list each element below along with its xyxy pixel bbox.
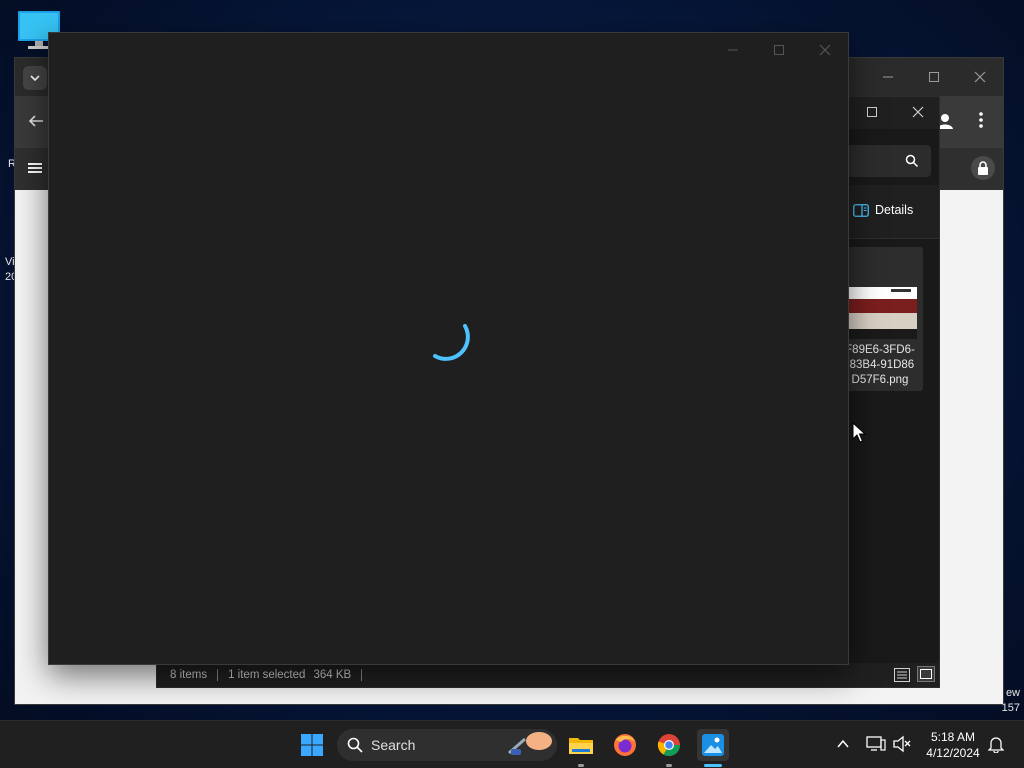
details-view-button[interactable] bbox=[893, 667, 911, 683]
lock-icon bbox=[978, 161, 988, 175]
photos-icon bbox=[702, 734, 724, 756]
clock-date: 4/12/2024 bbox=[926, 746, 980, 760]
running-indicator bbox=[578, 764, 584, 767]
search-highlight-icon bbox=[508, 732, 552, 755]
active-indicator bbox=[704, 764, 722, 767]
arrow-left-icon bbox=[28, 115, 43, 127]
close-icon bbox=[974, 71, 986, 83]
windows-start-icon bbox=[301, 734, 323, 756]
maximize-icon bbox=[929, 72, 939, 82]
notifications-button[interactable] bbox=[988, 735, 1004, 753]
taskbar-file-explorer[interactable] bbox=[565, 729, 597, 761]
chevron-up-icon bbox=[837, 739, 849, 748]
explorer-close-button[interactable] bbox=[898, 97, 938, 127]
clock-time: 5:18 AM bbox=[930, 730, 976, 744]
browser-minimize-button[interactable] bbox=[868, 62, 908, 92]
file-name: F89E6-3FD6- -83B4-91D86 D57F6.png bbox=[845, 344, 915, 386]
file-explorer-icon bbox=[569, 738, 593, 754]
hamburger-icon bbox=[28, 163, 42, 173]
taskbar-firefox[interactable] bbox=[609, 729, 641, 761]
list-view-icon bbox=[894, 668, 910, 682]
file-thumbnail bbox=[843, 287, 917, 339]
volume-button[interactable] bbox=[892, 735, 912, 753]
system-clock[interactable]: 5:18 AM 4/12/2024 bbox=[918, 729, 988, 761]
minimize-icon bbox=[728, 49, 738, 51]
desktop-fragment-num: 157 bbox=[1001, 702, 1020, 714]
start-button[interactable] bbox=[296, 729, 328, 761]
details-pane-button[interactable]: Details bbox=[853, 203, 913, 217]
bell-icon bbox=[988, 737, 1004, 753]
details-pane-icon bbox=[853, 203, 869, 217]
desktop-fragment-ew: ew bbox=[1005, 687, 1020, 699]
loading-spinner-icon bbox=[427, 316, 483, 372]
network-icon bbox=[866, 736, 886, 751]
item-count: 8 items bbox=[170, 669, 208, 681]
status-divider bbox=[361, 669, 363, 681]
selection-status: 1 item selected bbox=[228, 669, 306, 681]
mouse-cursor-icon bbox=[852, 422, 866, 444]
status-divider bbox=[217, 669, 219, 681]
details-label: Details bbox=[875, 203, 914, 217]
firefox-icon bbox=[614, 734, 636, 756]
running-indicator bbox=[666, 764, 672, 767]
search-icon bbox=[905, 154, 919, 168]
close-icon bbox=[912, 106, 924, 118]
large-icons-view-button[interactable] bbox=[917, 666, 935, 682]
more-vertical-icon bbox=[979, 112, 983, 128]
maximize-icon bbox=[867, 107, 877, 117]
tiles-view-icon bbox=[920, 669, 932, 679]
taskbar: Search 5:18 AM 4/12/2024 bbox=[0, 720, 1024, 768]
volume-muted-icon bbox=[893, 735, 911, 753]
show-hidden-icons-button[interactable] bbox=[836, 737, 850, 751]
explorer-search-box[interactable] bbox=[847, 145, 931, 177]
maximize-icon bbox=[774, 45, 784, 55]
photo-viewer-window bbox=[48, 32, 849, 665]
taskbar-photos[interactable] bbox=[697, 729, 729, 761]
network-button[interactable] bbox=[866, 735, 886, 753]
browser-maximize-button[interactable] bbox=[914, 62, 954, 92]
browser-close-button[interactable] bbox=[960, 62, 1000, 92]
taskbar-chrome[interactable] bbox=[653, 729, 685, 761]
tab-list-button[interactable] bbox=[23, 66, 47, 90]
selection-size: 364 KB bbox=[313, 669, 352, 681]
viewer-close-button[interactable] bbox=[805, 35, 845, 65]
chrome-icon bbox=[657, 734, 680, 756]
search-icon bbox=[347, 737, 363, 753]
close-icon bbox=[819, 44, 831, 56]
minimize-icon bbox=[883, 76, 893, 78]
explorer-maximize-button[interactable] bbox=[852, 97, 892, 127]
viewer-minimize-button[interactable] bbox=[713, 35, 753, 65]
hamburger-menu-button[interactable] bbox=[27, 160, 43, 176]
taskbar-search-box[interactable]: Search bbox=[337, 729, 557, 761]
chevron-down-icon bbox=[30, 75, 40, 82]
back-button[interactable] bbox=[27, 112, 45, 130]
browser-menu-button[interactable] bbox=[973, 110, 989, 130]
taskbar-search-label: Search bbox=[371, 737, 416, 753]
lock-button[interactable] bbox=[971, 156, 995, 180]
viewer-maximize-button[interactable] bbox=[759, 35, 799, 65]
explorer-status-bar: 8 items 1 item selected 364 KB bbox=[157, 663, 939, 687]
